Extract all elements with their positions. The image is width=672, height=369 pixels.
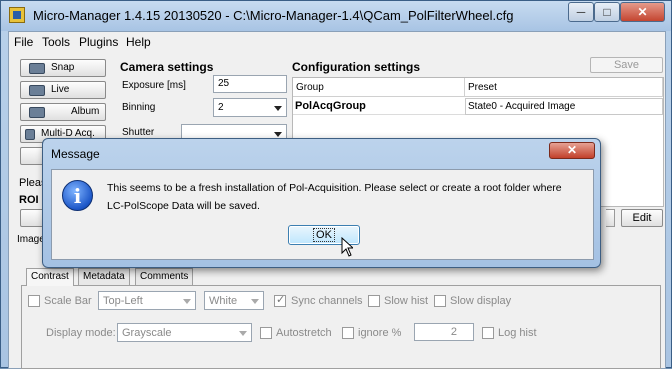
configuration-heading: Configuration settings: [292, 60, 420, 74]
autostretch-checkbox[interactable]: [260, 327, 272, 339]
table-cell-group[interactable]: PolAcqGroup: [293, 98, 465, 115]
autostretch-label: Autostretch: [276, 327, 332, 339]
slow-display-label: Slow display: [450, 295, 512, 307]
dialog-title: Message: [51, 147, 100, 161]
exposure-label: Exposure [ms]: [122, 80, 186, 91]
shutter-label: Shutter: [122, 127, 155, 138]
tab-comments[interactable]: Comments: [135, 268, 194, 285]
tab-contrast[interactable]: Contrast: [26, 268, 74, 286]
binning-label: Binning: [122, 102, 156, 113]
ignore-percent-label: ignore %: [358, 327, 402, 339]
scale-bar-checkbox[interactable]: [28, 295, 40, 307]
snap-button[interactable]: Snap: [20, 59, 106, 77]
chevron-down-icon: [239, 331, 247, 336]
menu-plugins[interactable]: Plugins: [79, 35, 118, 49]
table-cell-preset[interactable]: State0 - Acquired Image: [465, 98, 663, 115]
dialog-message-line-2: LC-PolScope Data will be saved.: [107, 200, 260, 212]
slow-hist-checkbox[interactable]: [368, 295, 380, 307]
image-label: Image: [17, 234, 45, 245]
menu-file[interactable]: File: [14, 35, 33, 49]
ignore-percent-checkbox[interactable]: [342, 327, 354, 339]
menu-help[interactable]: Help: [126, 35, 151, 49]
exposure-input[interactable]: 25: [213, 75, 287, 93]
log-hist-label: Log hist: [498, 327, 537, 339]
window-title: Micro-Manager 1.4.15 20130520 - C:\Micro…: [33, 8, 514, 23]
edit-button[interactable]: Edit: [621, 209, 663, 227]
column-header-group[interactable]: Group: [293, 78, 465, 97]
scale-bar-label: Scale Bar: [44, 295, 92, 307]
slow-hist-label: Slow hist: [384, 295, 429, 307]
menu-tools[interactable]: Tools: [42, 35, 70, 49]
video-camera-icon: [29, 85, 45, 96]
dialog-body: i This seems to be a fresh installation …: [51, 169, 594, 260]
tab-metadata[interactable]: Metadata: [78, 268, 130, 285]
log-hist-checkbox[interactable]: [482, 327, 494, 339]
minimize-button[interactable]: ─: [568, 2, 594, 22]
scale-bar-position-select[interactable]: Top-Left: [98, 291, 196, 310]
info-icon: i: [62, 180, 93, 211]
mouse-cursor-icon: [341, 237, 353, 257]
album-button[interactable]: Album: [20, 103, 106, 121]
camera-settings-heading: Camera settings: [120, 60, 214, 74]
sync-channels-label: Sync channels: [291, 295, 363, 307]
live-button[interactable]: Live: [20, 81, 106, 99]
maximize-button[interactable]: □: [594, 2, 620, 22]
save-button[interactable]: Save: [590, 57, 663, 73]
sync-channels-checkbox[interactable]: [274, 293, 286, 307]
dialog-message-line-1: This seems to be a fresh installation of…: [107, 182, 562, 194]
chevron-down-icon: [183, 299, 191, 304]
menu-bar: File Tools Plugins Help: [9, 32, 665, 52]
display-mode-label: Display mode:: [46, 327, 116, 339]
roi-label: ROI: [19, 194, 39, 206]
ignore-percent-spinner[interactable]: 2: [414, 323, 474, 341]
scale-bar-color-select[interactable]: White: [204, 291, 264, 310]
display-mode-select[interactable]: Grayscale: [117, 323, 252, 342]
chevron-down-icon: [251, 299, 259, 304]
camera-arrow-icon: [29, 107, 45, 118]
multi-d-icon: [25, 129, 35, 140]
binning-select[interactable]: 2: [213, 98, 287, 117]
message-dialog: Message ✕ i This seems to be a fresh ins…: [42, 138, 601, 268]
partial-button[interactable]: [606, 209, 615, 227]
chevron-down-icon: [274, 106, 282, 111]
chevron-down-icon: [274, 132, 282, 137]
slow-display-checkbox[interactable]: [434, 295, 446, 307]
camera-icon: [29, 63, 45, 74]
app-icon: [9, 7, 25, 23]
dialog-close-button[interactable]: ✕: [549, 142, 595, 159]
close-button[interactable]: ✕: [620, 2, 665, 22]
column-header-preset[interactable]: Preset: [465, 78, 663, 97]
title-bar[interactable]: Micro-Manager 1.4.15 20130520 - C:\Micro…: [1, 1, 671, 31]
